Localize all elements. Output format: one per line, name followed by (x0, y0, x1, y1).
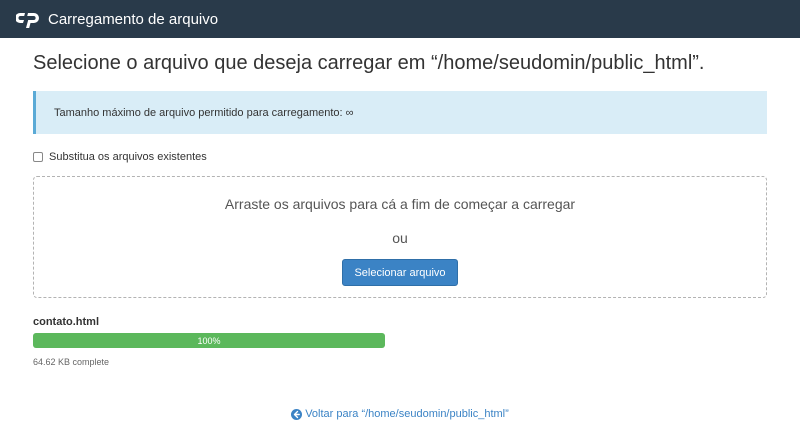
select-file-button[interactable]: Selecionar arquivo (342, 259, 458, 286)
uploaded-file-name: contato.html (33, 316, 99, 328)
upload-progress-bar: 100% (33, 333, 385, 348)
max-size-text: Tamanho máximo de arquivo permitido para… (54, 106, 354, 119)
drop-zone[interactable]: Arraste os arquivos para cá a fim de com… (33, 176, 767, 298)
overwrite-checkbox[interactable] (33, 152, 43, 162)
upload-progress-label: 100% (197, 335, 221, 346)
overwrite-label: Substitua os arquivos existentes (49, 151, 207, 163)
upload-status: 64.62 KB complete (33, 357, 110, 367)
drop-zone-or: ou (392, 230, 408, 246)
top-bar: Carregamento de arquivo (0, 0, 800, 38)
cpanel-logo-icon[interactable] (16, 10, 40, 28)
back-link-label[interactable]: Voltar para “/home/seudomin/public_html” (305, 408, 509, 420)
back-link[interactable]: Voltar para “/home/seudomin/public_html” (0, 408, 800, 420)
app-title: Carregamento de arquivo (48, 10, 219, 28)
arrow-left-circle-icon (291, 408, 303, 420)
overwrite-option[interactable]: Substitua os arquivos existentes (33, 151, 207, 163)
page-title: Selecione o arquivo que deseja carregar … (33, 52, 705, 74)
max-size-alert: Tamanho máximo de arquivo permitido para… (33, 91, 767, 134)
drop-zone-text: Arraste os arquivos para cá a fim de com… (224, 196, 576, 212)
